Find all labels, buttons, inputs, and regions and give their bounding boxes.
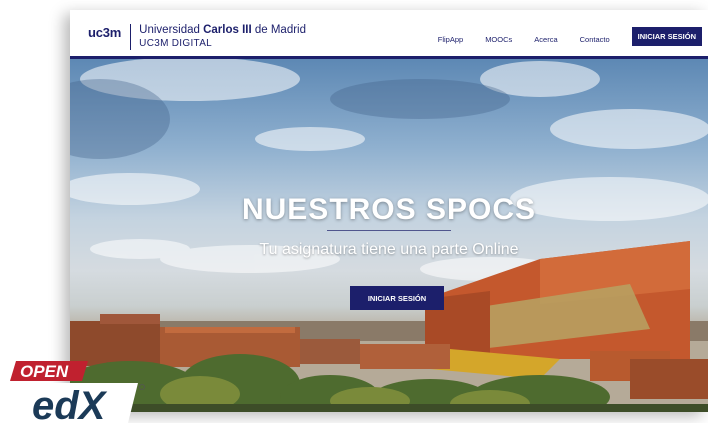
logo-text: Universidad Carlos III de Madrid UC3M DI…	[139, 24, 306, 50]
nav-flipapp[interactable]: FlipApp	[438, 35, 463, 44]
main-nav: FlipApp MOOCs Acerca Contacto INICIAR SE…	[438, 27, 702, 46]
hero-divider	[327, 230, 451, 231]
logo-university-name: Universidad Carlos III de Madrid	[139, 24, 306, 37]
hero-subtitle: Tu asignatura tiene una parte Online	[259, 241, 519, 258]
logo-short: uc3m	[88, 25, 122, 40]
hero-campus-photo	[70, 59, 708, 412]
registered-mark-icon	[139, 384, 145, 390]
hero-login-button[interactable]: INICIAR SESIÓN	[350, 286, 444, 310]
open-edx-bottom-text: edX	[32, 384, 108, 423]
site-header: uc3m Universidad Carlos III de Madrid UC…	[70, 10, 708, 59]
nav-moocs[interactable]: MOOCs	[485, 35, 512, 44]
nav-contacto[interactable]: Contacto	[580, 35, 610, 44]
header-login-button[interactable]: INICIAR SESIÓN	[631, 27, 702, 46]
logo-subtitle: UC3M DIGITAL	[139, 38, 213, 49]
browser-page: uc3m Universidad Carlos III de Madrid UC…	[70, 10, 708, 412]
hero-banner: NUESTROS SPOCS Tu asignatura tiene una p…	[70, 59, 708, 412]
hero-title: NUESTROS SPOCS	[241, 193, 537, 226]
logo-name-pre: Universidad	[139, 24, 204, 36]
nav-acerca[interactable]: Acerca	[534, 35, 557, 44]
open-edx-logo: OPEN edX	[10, 361, 145, 423]
logo-divider	[130, 24, 132, 50]
uc3m-logo[interactable]: uc3m Universidad Carlos III de Madrid UC…	[88, 24, 306, 50]
open-edx-top-text: OPEN	[20, 362, 69, 381]
logo-name-post: de Madrid	[251, 24, 307, 36]
logo-name-bold: Carlos III	[203, 24, 252, 36]
